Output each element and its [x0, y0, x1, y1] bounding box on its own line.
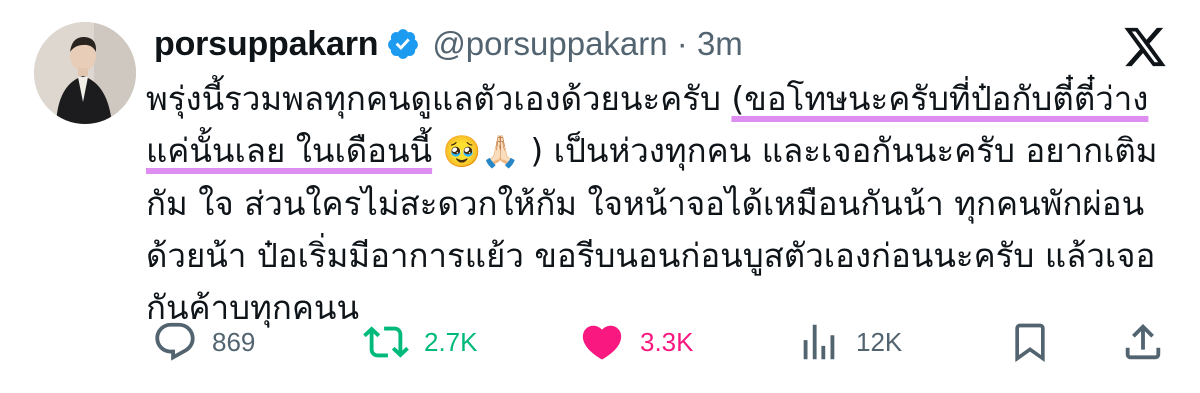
pleading-face-emoji: 🥹 — [442, 134, 482, 170]
tweet-header: porsuppakarn @porsuppakarn · 3m — [154, 22, 743, 66]
folded-hands-emoji: 🙏🏻 — [481, 134, 520, 170]
tweet-line-2: แค่นั้นเลย ในเดือนนี้ 🥹🙏🏻 ) เป็นห่วงทุกค… — [146, 125, 1176, 178]
repost-count: 2.7K — [424, 326, 478, 357]
highlighted-text: แค่นั้นเลย ในเดือนนี้ — [146, 131, 433, 170]
tweet-line-4: ด้วยน้า ป๋อเริ่มมีอาการแย้ว ขอรีบนอนก่อน… — [146, 236, 1156, 275]
display-name[interactable]: porsuppakarn — [154, 25, 379, 64]
views-icon — [803, 324, 835, 360]
heart-icon — [582, 325, 622, 360]
avatar-photo — [34, 22, 136, 124]
verified-badge-icon — [388, 29, 419, 59]
tweet-text-segment: ) เป็นห่วงทุกคน และเจอกันนะครับ อยากเติม — [519, 131, 1158, 170]
bookmark-icon — [1015, 323, 1045, 363]
bookmark-button[interactable] — [1008, 316, 1052, 368]
repost-button[interactable]: 2.7K — [362, 316, 478, 368]
tweet-text-segment: พรุ่งนี้รวมพลทุกคนดูแลตัวเองด้วยนะครับ — [146, 79, 732, 118]
tweet-text: พรุ่งนี้รวมพลทุกคนดูแลตัวเองด้วยนะครับ (… — [146, 73, 1176, 334]
x-logo-icon[interactable] — [1122, 26, 1168, 68]
share-button[interactable] — [1120, 316, 1166, 368]
avatar[interactable] — [34, 22, 136, 124]
views-button[interactable]: 12K — [796, 316, 902, 368]
like-count: 3.3K — [640, 326, 694, 357]
reply-count: 869 — [212, 326, 256, 357]
tweet-line-1: พรุ่งนี้รวมพลทุกคนดูแลตัวเองด้วยนะครับ (… — [146, 73, 1176, 125]
action-bar: 869 2.7K 3.3K 12K — [0, 316, 1200, 368]
reply-icon — [155, 322, 195, 361]
like-button[interactable]: 3.3K — [578, 316, 694, 368]
tweet-line-3: กัม ใจ ส่วนใครไม่สะดวกให้กัม ใจหน้าจอได้… — [146, 184, 1145, 223]
highlighted-text: (ขอโทษนะครับที่ป๋อกับตี๋ตี๋ว่าง — [731, 79, 1149, 118]
repost-icon — [363, 326, 409, 358]
reply-button[interactable]: 869 — [152, 316, 255, 368]
share-icon — [1125, 323, 1161, 360]
views-count: 12K — [856, 326, 903, 357]
handle-and-time[interactable]: @porsuppakarn · 3m — [432, 25, 742, 63]
